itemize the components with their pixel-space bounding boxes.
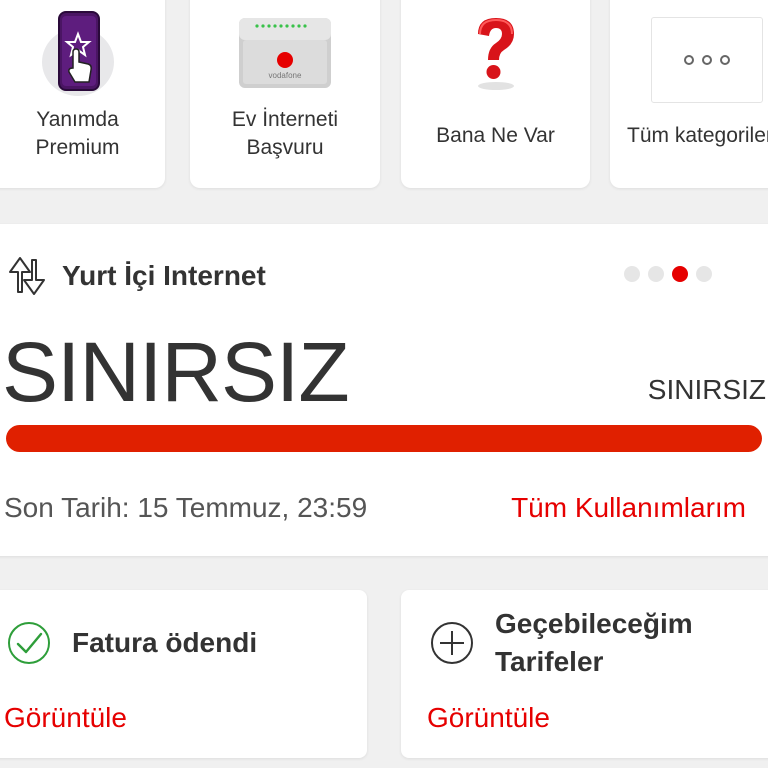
more-icon [651, 17, 763, 103]
bill-view-link[interactable]: Görüntüle [4, 702, 127, 734]
modem-icon: vodafone [239, 18, 331, 88]
usage-title: Yurt İçi Internet [62, 260, 266, 291]
category-tile-yanimda-premium[interactable]: Yanımda Premium [0, 0, 165, 188]
tariffs-title: Geçebileceğim Tarifeler [495, 605, 693, 681]
more-dot [684, 55, 694, 65]
category-label-line2: Başvuru [246, 136, 324, 159]
category-label-line1: Ev İnterneti [231, 108, 339, 131]
check-circle-icon [8, 622, 50, 664]
category-label: Bana Ne Var [401, 122, 590, 150]
tariffs-title-line1: Geçebileceğim [495, 608, 693, 639]
carousel-pager[interactable] [624, 266, 712, 282]
category-label: Ev İnterneti Başvuru [190, 106, 380, 162]
modem-icon-wrap: vodafone [190, 6, 380, 98]
data-transfer-icon [9, 257, 45, 295]
pager-dot[interactable] [696, 266, 712, 282]
more-dot [720, 55, 730, 65]
usage-deadline: Son Tarih: 15 Temmuz, 23:59 [4, 492, 368, 523]
modem-brand-text: vodafone [269, 71, 302, 80]
usage-card[interactable]: Yurt İçi Internet SINIRSIZ SINIRSIZ Son … [0, 224, 768, 556]
pager-dot[interactable] [672, 266, 688, 282]
category-label-line1: Bana Ne Var [436, 124, 555, 147]
question-icon-wrap [401, 6, 590, 98]
usage-header: Yurt İçi Internet [6, 254, 266, 298]
question-mark-icon [477, 18, 514, 90]
category-label-line2: Premium [35, 136, 120, 159]
usage-total-value: SINIRSIZ [647, 374, 766, 405]
tariffs-view-link[interactable]: Görüntüle [427, 702, 550, 734]
category-tile-bana-ne-var[interactable]: Bana Ne Var [401, 0, 590, 188]
usage-progress-bar [6, 425, 762, 452]
category-label-line1: Yanımda [36, 108, 119, 131]
category-label-line1: Tüm kategoriler [627, 124, 768, 147]
tariffs-card[interactable]: Geçebileceğim Tarifeler Görüntüle [401, 590, 768, 758]
category-tile-tum-kategoriler[interactable]: Tüm kategoriler [610, 0, 768, 188]
more-dot [702, 55, 712, 65]
category-label: Yanımda Premium [0, 106, 165, 162]
usage-remaining-value: SINIRSIZ [2, 325, 350, 419]
plus-circle-icon [431, 622, 473, 664]
bill-status-title: Fatura ödendi [72, 627, 258, 658]
all-usage-link[interactable]: Tüm Kullanımlarım [511, 492, 746, 524]
more-icon-wrap [610, 17, 768, 103]
category-label: Tüm kategoriler [627, 122, 768, 150]
tariffs-title-line2: Tarifeler [495, 646, 604, 677]
premium-icon-wrap [0, 6, 165, 98]
pager-dot[interactable] [648, 266, 664, 282]
pager-dot[interactable] [624, 266, 640, 282]
category-tile-ev-interneti[interactable]: vodafone Ev İnterneti Başvuru [190, 0, 380, 188]
premium-phone-icon [41, 11, 114, 96]
bill-card[interactable]: Fatura ödendi Görüntüle [0, 590, 367, 758]
